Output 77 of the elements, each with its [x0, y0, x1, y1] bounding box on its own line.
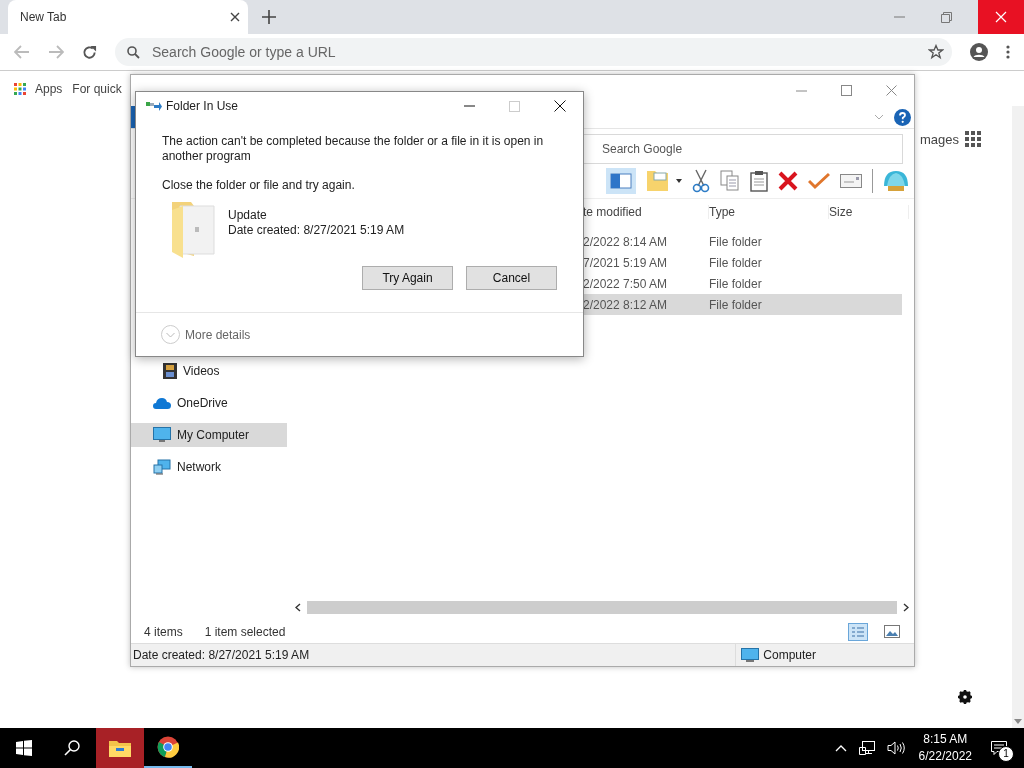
images-link[interactable]: mages [919, 131, 959, 147]
profile-icon[interactable] [970, 43, 988, 61]
delete-icon[interactable] [778, 171, 798, 191]
horizontal-scrollbar[interactable] [293, 601, 911, 614]
cloud-icon [153, 397, 171, 409]
address-bar[interactable]: Search Google or type a URL [115, 38, 952, 66]
chevron-circle-icon [161, 325, 180, 344]
close-icon[interactable] [230, 12, 240, 22]
column-header[interactable]: Type [709, 205, 829, 219]
file-row[interactable]: 2/2022 8:14 AM File folder [583, 231, 902, 252]
restore-icon[interactable] [941, 11, 952, 23]
notifications-button[interactable]: 1 [984, 728, 1014, 768]
help-icon[interactable] [894, 108, 911, 126]
menu-icon[interactable] [1006, 45, 1010, 59]
envelope-icon[interactable] [840, 174, 862, 188]
status-details: Date created: 8/27/2021 5:19 AM [133, 648, 310, 662]
message-icon [991, 741, 1007, 755]
close-icon[interactable] [554, 100, 566, 112]
nav-item[interactable]: OneDrive [131, 391, 287, 415]
dialog-button[interactable]: Try Again [362, 266, 453, 290]
folder-icon [171, 200, 215, 258]
network-icon [153, 459, 171, 475]
tab-title: New Tab [20, 10, 68, 24]
layout-pane-icon[interactable] [606, 168, 636, 194]
nav-item[interactable]: Videos [131, 359, 287, 383]
file-name: Update [228, 208, 268, 223]
reload-icon[interactable] [82, 44, 97, 60]
more-details-button[interactable]: More details [161, 325, 251, 344]
hint-text: Close the folder or file and try again. [162, 178, 356, 192]
apps-bookmark[interactable]: Apps [14, 82, 63, 96]
nav-item[interactable]: My Computer [131, 423, 287, 447]
computer-icon [741, 647, 760, 663]
search-icon [127, 45, 140, 59]
item-count: 4 items [144, 624, 183, 639]
network-icon[interactable] [858, 741, 875, 755]
column-header[interactable]: Size [829, 205, 909, 219]
selection-count: 1 item selected [204, 624, 286, 639]
file-row[interactable]: 2/2022 7:50 AM File folder [583, 273, 902, 294]
search-field[interactable]: Search Google [581, 134, 903, 164]
address-field[interactable]: Search Google or type a URL [150, 43, 918, 61]
checkmark-icon[interactable] [808, 172, 830, 190]
maximize-icon[interactable] [841, 85, 852, 96]
scroll-down-icon[interactable] [1014, 719, 1022, 724]
scroll-left-icon[interactable] [295, 603, 301, 612]
dialog-title: Folder In Use [166, 99, 239, 113]
apps-grid-icon[interactable] [965, 131, 981, 147]
browser-tab[interactable]: New Tab [8, 0, 248, 34]
film-icon [163, 363, 177, 379]
clock-time[interactable]: 8:15 AM [923, 731, 968, 748]
folder-icon [109, 739, 131, 757]
location-label: Computer [735, 644, 912, 666]
scissors-icon[interactable] [692, 169, 710, 193]
maximize-icon [509, 100, 520, 112]
nav-item[interactable]: Network [131, 455, 287, 479]
browser-icon [157, 736, 179, 758]
volume-icon[interactable] [886, 741, 905, 755]
error-message: The action can't be completed because the folder or a file in it is open in another program [162, 134, 545, 164]
bookmark-link[interactable]: For quick [72, 82, 122, 96]
dialog-button[interactable]: Cancel [466, 266, 557, 290]
close-icon [995, 11, 1007, 23]
thumbnail-view-icon[interactable] [884, 625, 900, 638]
search-icon[interactable] [64, 740, 80, 756]
file-row[interactable]: 2/2022 8:12 AM File folder [583, 294, 902, 315]
settings-icon[interactable] [958, 690, 972, 704]
apps-grid-icon [14, 83, 26, 95]
new-tab-icon[interactable] [262, 10, 276, 24]
clipboard-icon[interactable] [750, 170, 768, 192]
chevron-up-icon[interactable] [834, 744, 847, 752]
windows-start-icon[interactable] [16, 740, 32, 756]
computer-icon [153, 427, 171, 443]
scroll-right-icon[interactable] [903, 603, 909, 612]
file-date: Date created: 8/27/2021 5:19 AM [228, 223, 405, 238]
folder-move-icon [146, 101, 162, 111]
star-icon[interactable] [928, 44, 944, 60]
details-view-icon[interactable] [848, 622, 868, 641]
file-row[interactable]: 7/2021 5:19 AM File folder [583, 252, 902, 273]
clock-date[interactable]: 6/22/2022 [918, 748, 972, 765]
